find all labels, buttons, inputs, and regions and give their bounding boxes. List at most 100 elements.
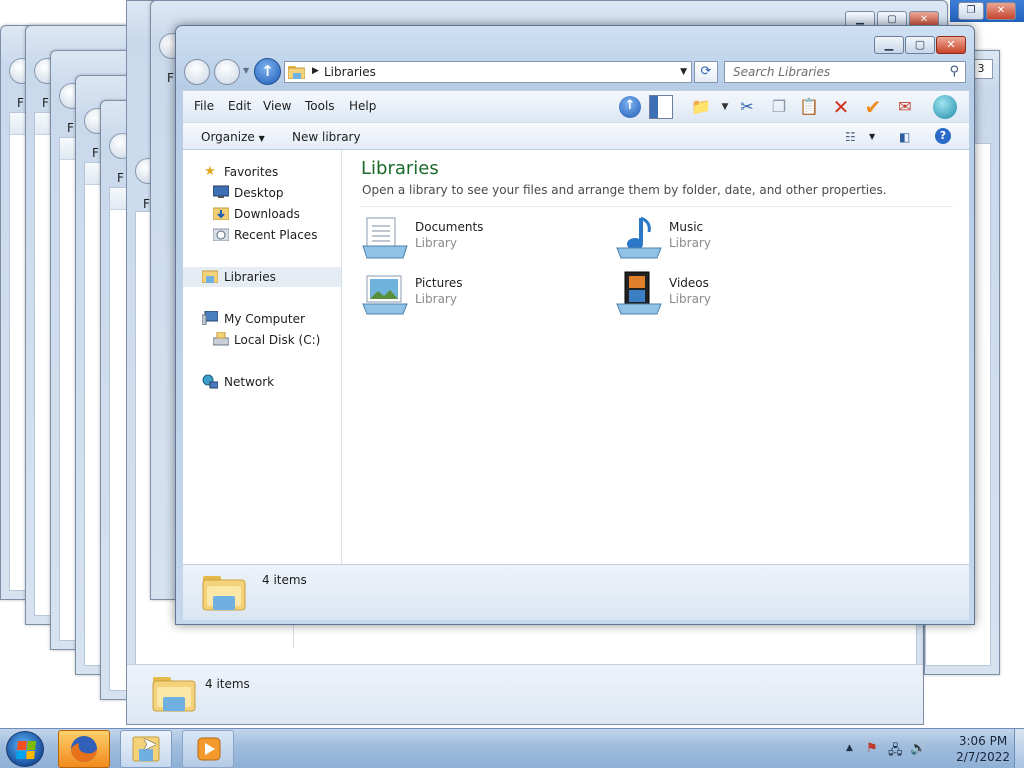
page-description: Open a library to see your files and arr… xyxy=(362,183,887,197)
cut-icon[interactable]: ✂ xyxy=(735,95,759,119)
music-library-icon xyxy=(616,216,662,259)
chevron-down-icon: ▼ xyxy=(258,134,265,143)
nav-local-disk-label: Local Disk (C:) xyxy=(234,333,321,347)
change-view-icon[interactable]: ☷ xyxy=(845,130,856,144)
nav-desktop[interactable]: Desktop xyxy=(183,183,341,203)
nav-recent-places[interactable]: Recent Places xyxy=(183,225,341,245)
view-options-dropdown-icon[interactable]: ▼ xyxy=(869,132,875,141)
content-area: ★ Favorites Desktop Downloads Recent Pla… xyxy=(183,150,969,564)
maximize-button[interactable]: ▢ xyxy=(905,36,935,54)
minimize-button[interactable]: ▁ xyxy=(874,36,904,54)
menu-file-letter[interactable]: F xyxy=(117,171,124,185)
up-folder-icon[interactable]: ↑ xyxy=(619,96,641,118)
library-tile-music[interactable]: Music Library xyxy=(615,214,855,264)
libraries-window[interactable]: ▁ ▢ ✕ ▼ ↑ ▶ Libraries ▼ ⟳ Search Librari… xyxy=(175,25,975,625)
search-box[interactable]: Search Libraries ⚲ xyxy=(724,61,966,83)
address-dropdown-icon[interactable]: ▼ xyxy=(680,67,687,77)
web-globe-icon[interactable] xyxy=(933,95,957,119)
libraries-folder-icon xyxy=(202,576,246,611)
email-icon[interactable]: ✉ xyxy=(893,95,917,119)
nav-network[interactable]: Network xyxy=(183,372,341,392)
system-tray: ▲ ⚑ 🖧 🔊 3:06 PM 2/7/2022 xyxy=(834,729,1024,768)
address-bar[interactable]: ▶ Libraries ▼ xyxy=(284,61,692,83)
library-tile-videos[interactable]: Videos Library xyxy=(615,270,855,320)
taskbar-firefox[interactable] xyxy=(58,730,110,768)
menu-file[interactable]: File xyxy=(194,99,214,113)
show-desktop-button[interactable] xyxy=(1014,729,1024,768)
background-status-bar: 4 items xyxy=(127,664,923,724)
forward-button[interactable] xyxy=(214,59,240,85)
clock-date: 2/7/2022 xyxy=(956,750,1010,764)
refresh-icon[interactable]: ⟳ xyxy=(694,61,718,83)
delete-icon[interactable]: ✕ xyxy=(829,95,853,119)
menu-help[interactable]: Help xyxy=(349,99,376,113)
menu-file-letter[interactable]: F xyxy=(143,197,150,211)
close-button[interactable]: ✕ xyxy=(986,2,1016,20)
windows-logo-icon xyxy=(16,741,36,759)
background-maximized-titlebar: ❐ ✕ xyxy=(950,0,1024,22)
nav-downloads[interactable]: Downloads xyxy=(183,204,341,224)
close-button[interactable]: ✕ xyxy=(936,36,966,54)
history-dropdown-icon[interactable]: ▼ xyxy=(243,66,249,75)
new-library-button[interactable]: New library xyxy=(292,130,361,144)
show-hidden-icons-icon[interactable]: ▲ xyxy=(846,743,853,753)
network-tray-icon[interactable]: 🖧 xyxy=(888,741,903,763)
views-dropdown-icon[interactable]: ▼ xyxy=(713,95,737,119)
menu-edit[interactable]: Edit xyxy=(228,99,251,113)
libraries-folder-icon xyxy=(288,66,305,79)
network-icon xyxy=(202,374,219,390)
nav-favorites[interactable]: ★ Favorites xyxy=(183,162,341,182)
library-type: Library xyxy=(415,292,457,306)
nav-network-label: Network xyxy=(224,375,275,389)
paste-icon[interactable]: 📋 xyxy=(797,95,821,119)
menu-file-letter[interactable]: F xyxy=(17,96,24,110)
up-arrow-icon[interactable]: ↑ xyxy=(254,58,281,85)
videos-library-icon xyxy=(616,271,662,315)
computer-icon xyxy=(201,310,219,327)
documents-library-icon xyxy=(362,217,408,259)
copy-icon[interactable]: ❐ xyxy=(767,95,791,119)
libraries-folder-icon xyxy=(201,269,219,285)
desktop-icon xyxy=(212,185,230,201)
background-window-controls: ❐ ✕ xyxy=(958,2,1016,20)
library-tile-pictures[interactable]: Pictures Library xyxy=(361,270,601,320)
menu-view[interactable]: View xyxy=(263,99,291,113)
search-icon[interactable]: ⚲ xyxy=(949,64,959,79)
recent-places-icon xyxy=(212,227,230,243)
action-center-flag-icon[interactable]: ⚑ xyxy=(866,741,878,756)
star-icon: ★ xyxy=(204,164,216,179)
nav-my-computer[interactable]: My Computer xyxy=(183,309,341,329)
help-icon[interactable]: ? xyxy=(935,128,951,144)
library-name: Documents xyxy=(415,220,484,234)
nav-libraries[interactable]: Libraries xyxy=(183,267,341,287)
nav-libraries-label: Libraries xyxy=(224,270,276,284)
menu-file-letter[interactable]: F xyxy=(67,121,74,135)
breadcrumb-separator-icon[interactable]: ▶ xyxy=(312,66,319,76)
folder-options-icon[interactable]: 📁 xyxy=(689,95,713,119)
preview-pane-icon[interactable]: ◧ xyxy=(899,130,910,144)
menu-file-letter[interactable]: F xyxy=(92,146,99,160)
search-input[interactable]: Search Libraries xyxy=(733,65,830,79)
clock-time: 3:06 PM xyxy=(958,734,1008,748)
restore-button[interactable]: ❐ xyxy=(958,2,984,20)
properties-check-icon[interactable]: ✔ xyxy=(861,95,885,119)
library-tile-documents[interactable]: Documents Library xyxy=(361,214,601,264)
taskbar-media-player[interactable] xyxy=(182,730,234,768)
mouse-cursor-icon: ➤ xyxy=(142,734,158,755)
library-name: Videos xyxy=(669,276,709,290)
local-disk-icon xyxy=(212,331,230,348)
nav-local-disk[interactable]: Local Disk (C:) xyxy=(183,330,341,350)
clock[interactable]: 3:06 PM 2/7/2022 xyxy=(956,733,1010,765)
command-bar: Organize ▼ New library ☷ ▼ ◧ ? xyxy=(183,122,969,150)
start-button[interactable] xyxy=(6,731,44,767)
volume-icon[interactable]: 🔊 xyxy=(910,741,926,756)
breadcrumb[interactable]: Libraries xyxy=(324,65,376,79)
back-button[interactable] xyxy=(184,59,210,85)
menu-tools[interactable]: Tools xyxy=(305,99,335,113)
status-bar: 4 items xyxy=(183,564,969,620)
organize-button[interactable]: Organize ▼ xyxy=(201,130,265,144)
folders-pane-icon[interactable] xyxy=(649,95,673,119)
menu-file-letter[interactable]: F xyxy=(42,96,49,110)
menu-file-letter[interactable]: F xyxy=(167,71,174,85)
divider xyxy=(361,206,953,207)
